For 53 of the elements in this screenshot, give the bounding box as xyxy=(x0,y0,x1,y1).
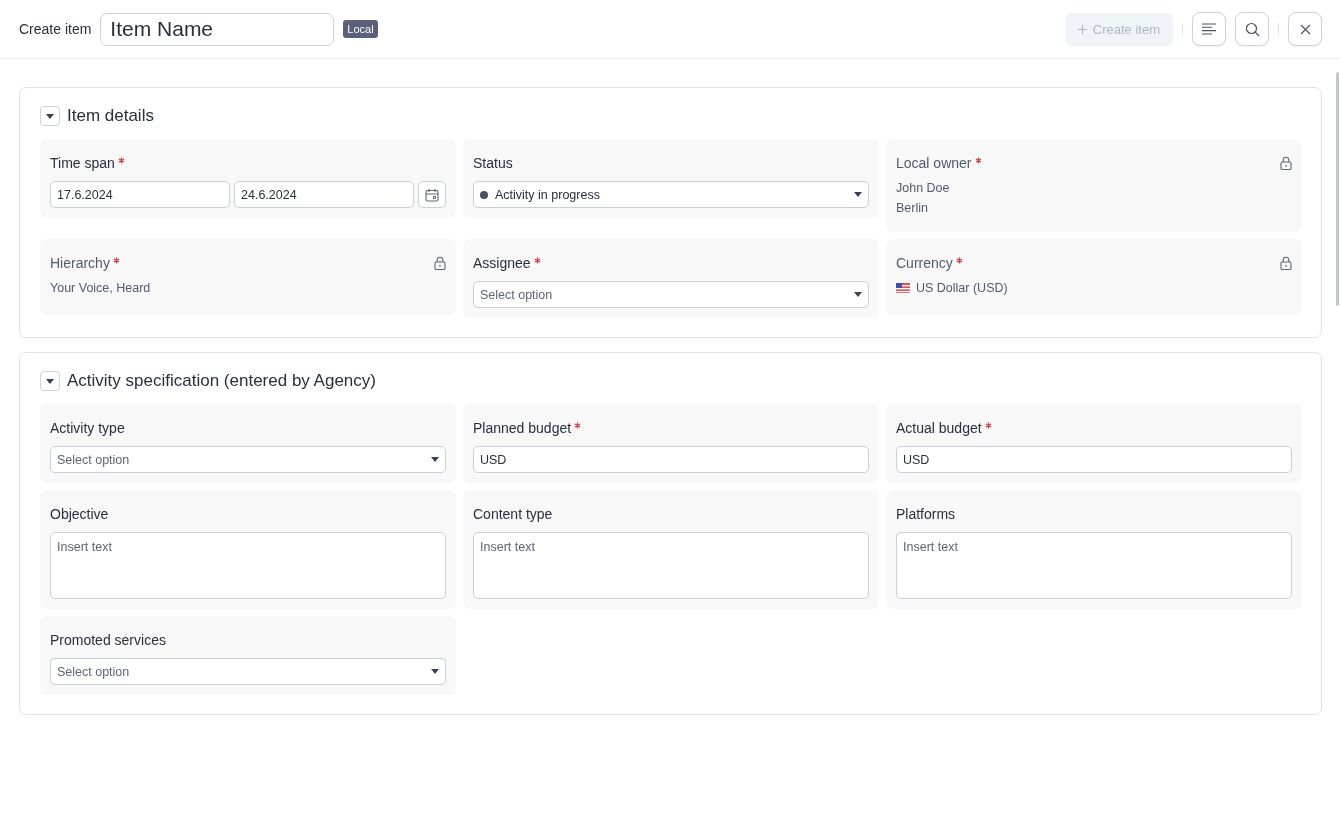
field-label: Activity type xyxy=(50,420,125,436)
caret-icon xyxy=(431,457,439,462)
text-area[interactable]: Insert text xyxy=(896,532,1292,599)
field-value: Your Voice, Heard xyxy=(50,281,152,295)
plus-icon xyxy=(1077,24,1087,34)
section-title: Item details xyxy=(67,106,154,126)
lock-icon xyxy=(1280,256,1292,270)
field-label: Objective xyxy=(50,506,109,522)
close-icon xyxy=(1299,23,1311,35)
name-field[interactable]: Item Name xyxy=(100,12,335,46)
field-label: Status xyxy=(473,155,513,171)
scope-badge: Local xyxy=(343,20,378,38)
select-field[interactable]: Select option xyxy=(50,446,446,473)
text-area[interactable]: Insert text xyxy=(473,532,869,599)
field-label: Hierarchy xyxy=(50,255,110,271)
section-title: Activity specification (entered by Agency) xyxy=(67,371,376,391)
search-icon xyxy=(1244,21,1260,37)
field-label: Local owner xyxy=(896,155,972,171)
caret-icon xyxy=(46,378,54,384)
collapse-toggle[interactable] xyxy=(40,371,60,391)
field-label: Platforms xyxy=(896,506,956,522)
field-label: Time span xyxy=(50,155,115,171)
input-field[interactable]: USD xyxy=(473,446,869,473)
select-field[interactable]: Select option xyxy=(50,658,446,685)
field-value: John Doe xyxy=(896,181,951,195)
field-label: Promoted services xyxy=(50,632,166,648)
caret-icon xyxy=(854,192,862,197)
field-label: Planned budget xyxy=(473,420,572,436)
date-field[interactable]: 17.6.2024 xyxy=(50,181,230,208)
select-field[interactable]: Activity in progress xyxy=(473,181,869,208)
field-value: Berlin xyxy=(896,201,929,215)
caret-icon xyxy=(46,113,54,119)
field-value: US Dollar (USD) xyxy=(916,281,1008,295)
field-label: Currency xyxy=(896,255,953,271)
menu-icon xyxy=(1202,23,1216,35)
collapse-toggle[interactable] xyxy=(40,106,60,126)
menu-button[interactable] xyxy=(1192,12,1226,46)
field-label: Content type xyxy=(473,506,553,522)
date-field[interactable]: 24.6.2024 xyxy=(234,181,414,208)
select-field[interactable]: Select option xyxy=(473,281,869,308)
lock-icon xyxy=(1280,156,1292,170)
search-button[interactable] xyxy=(1235,12,1269,46)
lock-icon xyxy=(434,256,446,270)
field-label: Actual budget xyxy=(896,420,982,436)
page-title: Create item xyxy=(19,21,92,37)
text-area[interactable]: Insert text xyxy=(50,532,446,599)
scrollbar[interactable] xyxy=(1336,72,1339,306)
field-label: Assignee xyxy=(473,255,531,271)
calendar-button[interactable] xyxy=(418,181,446,208)
caret-icon xyxy=(854,292,862,297)
input-field[interactable]: USD xyxy=(896,446,1292,473)
calendar-icon xyxy=(425,187,439,202)
caret-icon xyxy=(431,669,439,674)
